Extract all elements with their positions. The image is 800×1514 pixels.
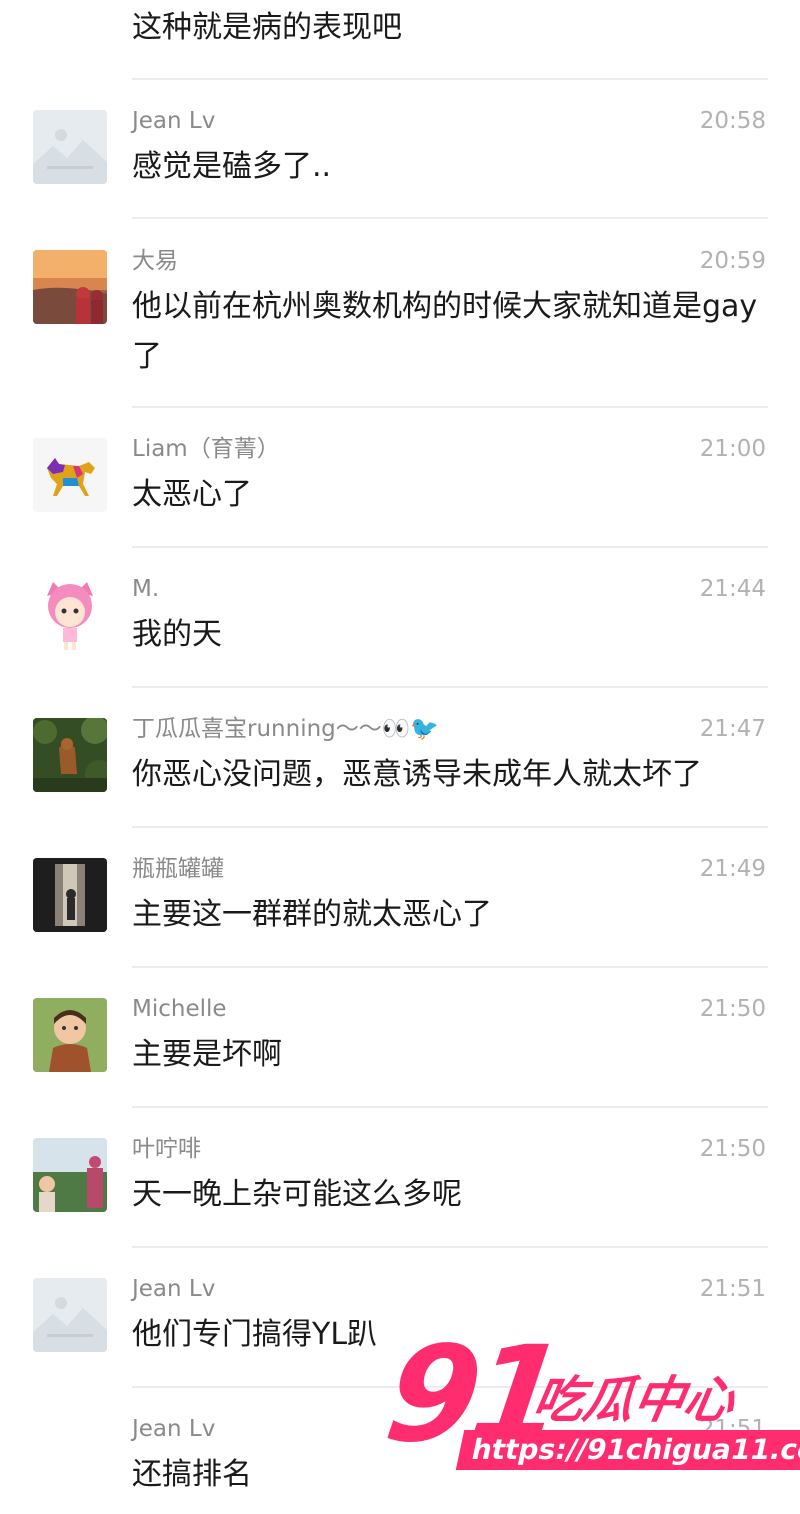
message-text: 我的天 <box>132 617 222 652</box>
timestamp: 21:49 <box>699 856 766 882</box>
sender-name: 瓶瓶罐罐 <box>132 856 224 882</box>
avatar[interactable] <box>33 250 107 324</box>
avatar[interactable] <box>33 718 107 792</box>
pink-cartoon-girl-icon <box>33 576 107 650</box>
sunset-photo <box>33 250 107 324</box>
message-text: 这种就是病的表现吧 <box>132 10 402 45</box>
avatar[interactable] <box>33 1138 107 1212</box>
timestamp: 20:58 <box>699 108 766 134</box>
image-placeholder-icon <box>33 1278 107 1352</box>
sender-name: 叶咛啡 <box>132 1136 201 1162</box>
sender-name: Jean Lv <box>132 108 216 134</box>
timestamp: 21:44 <box>699 576 766 602</box>
message-text: 太恶心了 <box>132 477 252 512</box>
watermark-url: https://91chigua11.com <box>455 1430 800 1470</box>
message-text: 你恶心没问题，恶意诱导未成年人就太坏了 <box>132 757 702 792</box>
avatar[interactable] <box>33 858 107 932</box>
message-text: 他以前在杭州奥数机构的时候大家就知道是gay了 <box>132 289 758 374</box>
avatar[interactable] <box>33 110 107 184</box>
sender-name: Liam（育菁） <box>132 436 280 462</box>
sender-name: Michelle <box>132 996 227 1022</box>
timestamp: 21:00 <box>699 436 766 462</box>
message-text: 主要这一群群的就太恶心了 <box>132 897 492 932</box>
kid-photo <box>33 998 107 1072</box>
message-row[interactable]: Liam（育菁） 21:00 太恶心了 <box>0 408 800 548</box>
dark-window-photo <box>33 858 107 932</box>
avatar[interactable] <box>33 998 107 1072</box>
previous-message-row: 这种就是病的表现吧 <box>132 0 768 80</box>
timestamp: 21:47 <box>699 716 766 742</box>
timestamp: 21:50 <box>699 996 766 1022</box>
sender-name: Jean Lv <box>132 1276 216 1302</box>
message-row[interactable]: 丁瓜瓜喜宝running～～👀🐦 21:47 你恶心没问题，恶意诱导未成年人就太… <box>0 688 800 828</box>
watermark-text: 吃瓜中心 <box>528 1371 740 1429</box>
sender-name: 丁瓜瓜喜宝running～～👀🐦 <box>132 716 440 742</box>
message-row[interactable]: Michelle 21:50 主要是坏啊 <box>0 968 800 1108</box>
timestamp: 21:51 <box>699 1276 766 1302</box>
message-text: 天一晚上杂可能这么多呢 <box>132 1177 462 1212</box>
message-row[interactable]: 瓶瓶罐罐 21:49 主要这一群群的就太恶心了 <box>0 828 800 968</box>
avatar[interactable] <box>33 438 107 512</box>
message-row[interactable]: Jean Lv 20:58 感觉是磕多了.. <box>0 80 800 220</box>
sender-name: M. <box>132 576 160 602</box>
image-placeholder-icon <box>33 110 107 184</box>
horse-icon <box>33 438 107 512</box>
message-text: 感觉是磕多了.. <box>132 149 332 184</box>
divider <box>132 217 768 219</box>
message-row[interactable]: 叶咛啡 21:50 天一晚上杂可能这么多呢 <box>0 1108 800 1248</box>
avatar[interactable] <box>33 1278 107 1352</box>
avatar[interactable] <box>33 576 107 650</box>
message-text: 主要是坏啊 <box>132 1037 282 1072</box>
message-row[interactable]: 大易 20:59 他以前在杭州奥数机构的时候大家就知道是gay了 <box>0 220 800 408</box>
timestamp: 21:50 <box>699 1136 766 1162</box>
sender-name: 大易 <box>132 248 178 274</box>
watermark-logo: 91 吃瓜中心 https://91chigua11.com <box>377 1318 800 1480</box>
forest-dog-photo <box>33 718 107 792</box>
sender-name: Jean Lv <box>132 1416 216 1442</box>
outdoor-photo <box>33 1138 107 1212</box>
message-row[interactable]: M. 21:44 我的天 <box>0 548 800 688</box>
timestamp: 20:59 <box>699 248 766 274</box>
